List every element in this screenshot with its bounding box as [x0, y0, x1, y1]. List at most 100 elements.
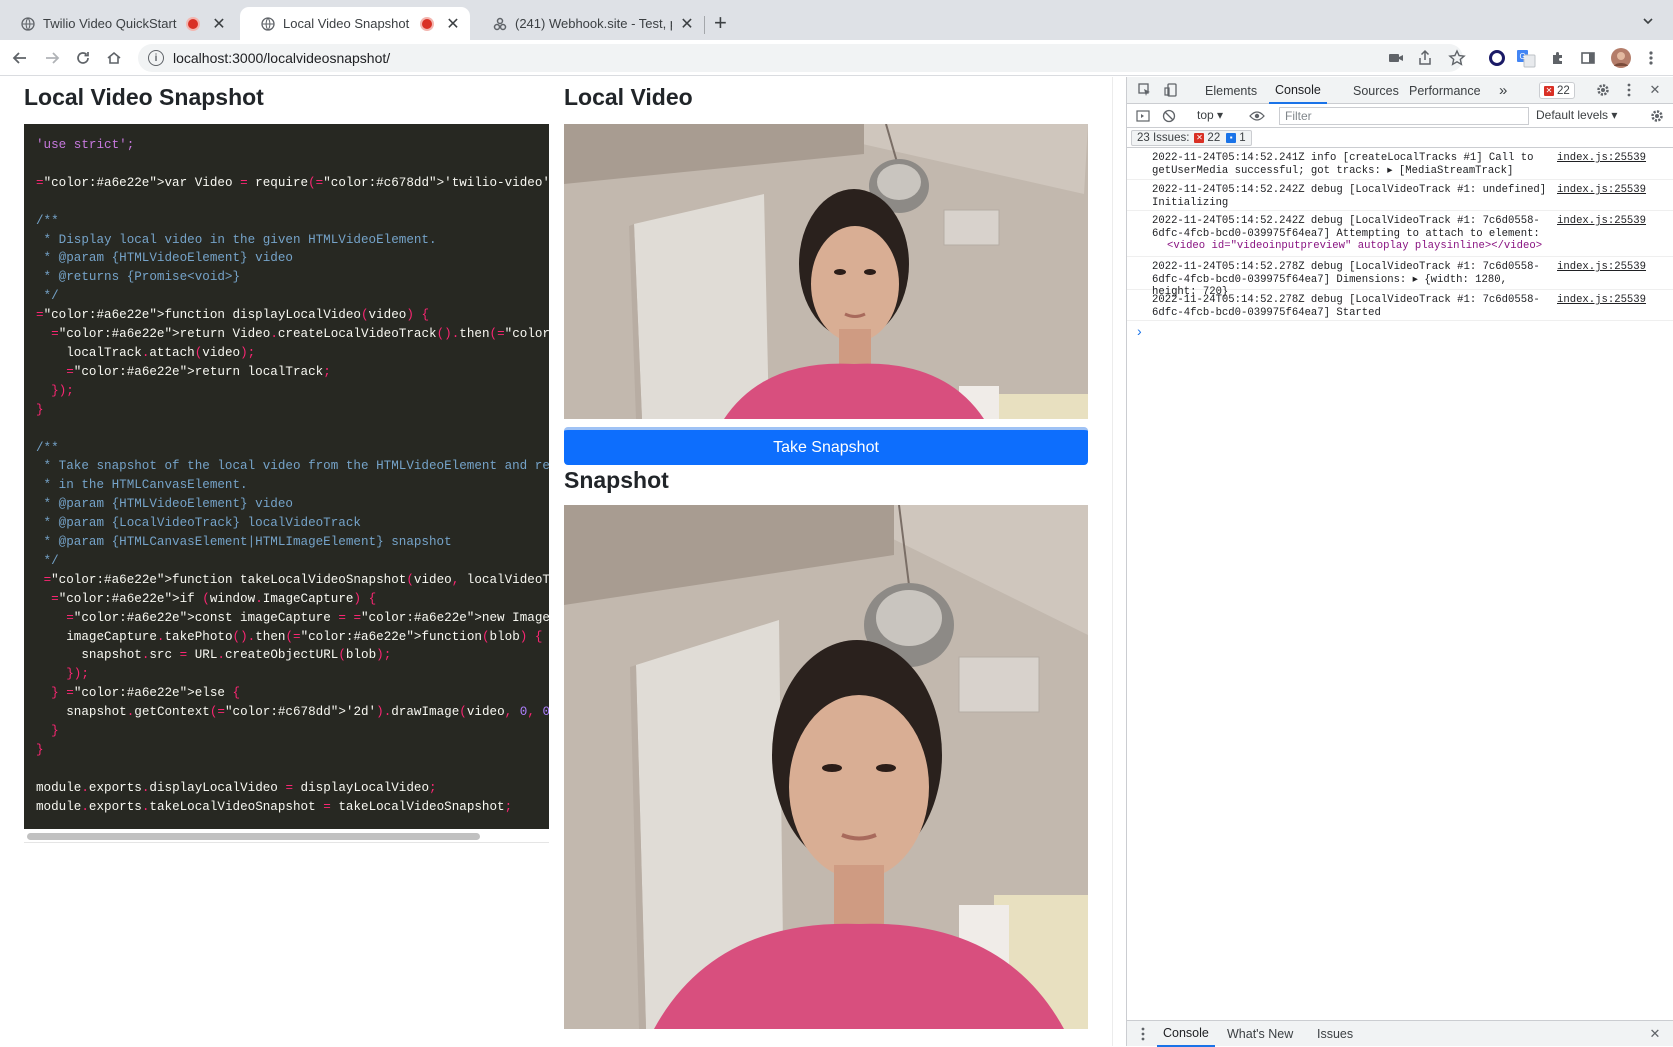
code-line: * @param {HTMLCanvasElement|HTMLImageEle… — [36, 535, 452, 550]
code-horizontal-scrollbar[interactable] — [24, 829, 549, 843]
code-line: ="color:#a6e22e">if (window.ImageCapture… — [51, 591, 377, 606]
log-message: 2022-11-24T05:14:52.242Z debug [LocalVid… — [1152, 184, 1553, 209]
take-snapshot-button[interactable]: Take Snapshot — [564, 427, 1088, 465]
log-source-link[interactable]: index.js:25539 — [1557, 184, 1646, 196]
tab-local-video-snapshot[interactable]: Local Video Snapshot ✕ — [240, 7, 470, 40]
code-line: } ="color:#a6e22e">else { — [51, 686, 241, 701]
share-icon[interactable] — [1416, 49, 1434, 67]
site-info-icon[interactable]: i — [148, 50, 164, 66]
log-source-link[interactable]: index.js:25539 — [1557, 261, 1646, 273]
code-line: * Display local video in the given HTMLV… — [36, 232, 437, 247]
log-levels-dropdown[interactable]: Default levels ▾ — [1536, 108, 1617, 122]
back-button[interactable] — [8, 46, 32, 70]
tab-separator — [704, 16, 705, 34]
code-line: 'use strict'; — [36, 138, 135, 152]
tab-webhook-site[interactable]: (241) Webhook.site - Test, proc ✕ — [472, 7, 704, 40]
device-toolbar-icon[interactable] — [1163, 82, 1179, 98]
code-line: } — [51, 724, 59, 739]
code-line: */ — [36, 289, 59, 304]
close-icon[interactable]: ✕ — [680, 14, 694, 34]
code-line: * in the HTMLCanvasElement. — [36, 478, 248, 493]
devtools-tab-console[interactable]: Console — [1269, 77, 1327, 104]
translate-icon[interactable]: G — [1515, 47, 1537, 69]
close-drawer-icon[interactable]: ✕ — [1647, 1026, 1663, 1042]
side-panel-icon[interactable] — [1577, 47, 1599, 69]
clear-console-icon[interactable] — [1161, 108, 1177, 124]
close-devtools-icon[interactable]: ✕ — [1647, 82, 1663, 98]
error-count: 22 — [1557, 84, 1570, 97]
home-button[interactable] — [102, 46, 126, 70]
code-line: module.exports.takeLocalVideoSnapshot = … — [36, 799, 513, 814]
context-selector[interactable]: top ▾ — [1197, 108, 1223, 122]
settings-gear-icon[interactable] — [1595, 82, 1611, 98]
more-tabs-button[interactable]: » — [1499, 77, 1507, 104]
console-log-entry: 2022-11-24T05:14:52.278Z debug [LocalVid… — [1127, 257, 1673, 298]
code-line: * @param {HTMLVideoElement} video — [36, 251, 293, 266]
issues-info-count: 1 — [1239, 132, 1246, 144]
browser-toolbar: i localhost:3000/localvideosnapshot/ G — [0, 40, 1673, 76]
code-line: * @param {HTMLVideoElement} video — [36, 497, 293, 512]
extension-o-icon[interactable] — [1486, 47, 1508, 69]
drawer-tab-whats-new[interactable]: What's New — [1227, 1021, 1293, 1047]
code-line: ="color:#a6e22e">var Video = require(="c… — [36, 175, 549, 190]
close-icon[interactable]: ✕ — [446, 14, 460, 34]
bookmark-star-icon[interactable] — [1448, 49, 1466, 67]
code-line: } — [36, 402, 44, 417]
live-expression-eye-icon[interactable] — [1249, 108, 1265, 124]
globe-icon — [260, 16, 275, 31]
reload-button[interactable] — [71, 46, 95, 70]
devtools-tab-sources[interactable]: Sources — [1353, 77, 1399, 104]
globe-icon — [20, 16, 35, 31]
issues-chip[interactable]: 23 Issues: ✕ 22 ▪ 1 — [1131, 130, 1252, 146]
devtools-drawer: Console What's New Issues ✕ — [1127, 1020, 1673, 1047]
log-message: 2022-11-24T05:14:52.242Z debug [LocalVid… — [1152, 215, 1540, 240]
error-icon: ✕ — [1194, 133, 1205, 143]
drawer-tab-issues[interactable]: Issues — [1317, 1021, 1353, 1047]
log-source-link[interactable]: index.js:25539 — [1557, 152, 1646, 164]
error-icon: ✕ — [1544, 85, 1554, 96]
close-icon[interactable]: ✕ — [212, 14, 226, 34]
tab-title: Local Video Snapshot — [283, 16, 410, 31]
inspect-element-icon[interactable] — [1137, 82, 1153, 98]
console-log-entry: 2022-11-24T05:14:52.241Z info [createLoc… — [1127, 148, 1673, 180]
camera-icon[interactable] — [1387, 49, 1405, 67]
drawer-tab-console[interactable]: Console — [1157, 1021, 1215, 1047]
code-line: ="color:#a6e22e">return localTrack; — [66, 364, 331, 379]
console-toolbar: top ▾ Filter Default levels ▾ — [1127, 104, 1673, 128]
code-line: /** — [36, 213, 59, 228]
drawer-menu-icon[interactable] — [1135, 1026, 1151, 1042]
tab-twilio-quickstart[interactable]: Twilio Video QuickStart ✕ — [0, 7, 236, 40]
code-line: module.exports.displayLocalVideo = displ… — [36, 780, 437, 795]
forward-button[interactable] — [40, 46, 64, 70]
devtools-tab-performance[interactable]: Performance — [1409, 77, 1481, 104]
snapshot-heading: Snapshot — [564, 467, 669, 493]
error-count-badge[interactable]: ✕ 22 — [1539, 82, 1575, 99]
sidebar-toggle-icon[interactable] — [1135, 108, 1151, 124]
code-line: ="color:#a6e22e">return Video.createLoca… — [51, 327, 549, 342]
info-icon: ▪ — [1226, 133, 1237, 143]
scrollbar-thumb[interactable] — [27, 833, 480, 840]
log-source-link[interactable]: index.js:25539 — [1557, 215, 1646, 227]
profile-avatar[interactable] — [1610, 47, 1632, 69]
extensions-puzzle-icon[interactable] — [1547, 47, 1569, 69]
address-bar[interactable]: i localhost:3000/localvideosnapshot/ — [138, 44, 1463, 72]
code-line: imageCapture.takePhoto().then(="color:#a… — [36, 629, 543, 644]
new-tab-button[interactable]: + — [714, 11, 727, 35]
browser-menu-icon[interactable] — [1640, 47, 1662, 69]
console-filter-input[interactable]: Filter — [1279, 107, 1529, 125]
code-line: localTrack.attach(video); — [36, 345, 256, 360]
page-vertical-scrollbar[interactable] — [1112, 77, 1126, 1046]
webhook-icon — [492, 16, 507, 31]
devtools-menu-icon[interactable] — [1621, 82, 1637, 98]
log-levels-label: Default levels — [1536, 108, 1609, 122]
log-element-markup[interactable]: <video id="videoinputpreview" autoplay p… — [1167, 240, 1567, 253]
console-settings-gear-icon[interactable] — [1649, 108, 1665, 124]
devtools-tab-elements[interactable]: Elements — [1205, 77, 1257, 104]
log-source-link[interactable]: index.js:25539 — [1557, 294, 1646, 306]
tab-search-icon[interactable] — [1642, 14, 1654, 32]
code-block[interactable]: 'use strict'; ="color:#a6e22e">var Video… — [24, 124, 549, 829]
log-message: 2022-11-24T05:14:52.278Z debug [LocalVid… — [1152, 294, 1540, 319]
console-prompt[interactable]: › — [1137, 323, 1142, 339]
